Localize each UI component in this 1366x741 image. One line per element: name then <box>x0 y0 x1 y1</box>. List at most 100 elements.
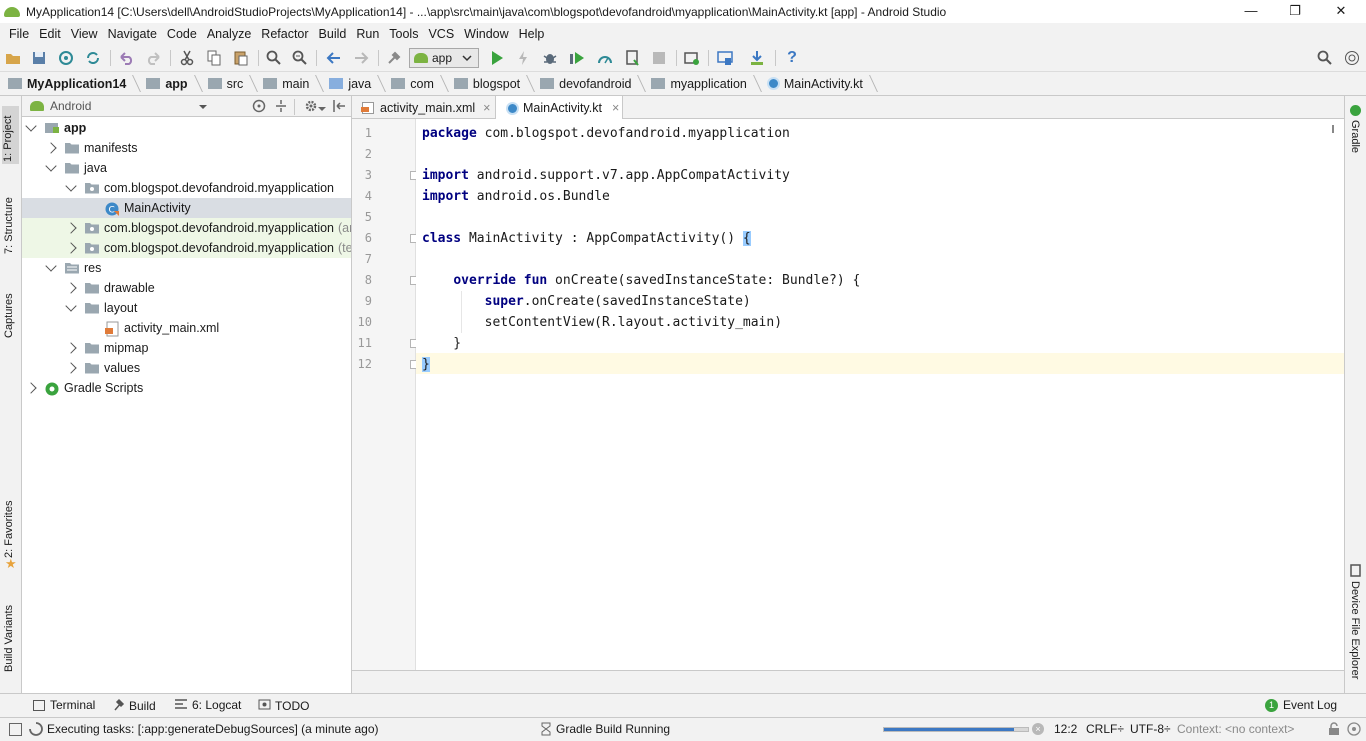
back-icon[interactable] <box>325 49 343 67</box>
menu-view[interactable]: View <box>66 27 103 41</box>
build-tab[interactable]: Build <box>113 698 156 714</box>
search-everywhere-icon[interactable] <box>1316 49 1334 67</box>
caret-position[interactable]: 12:2 <box>1054 722 1077 736</box>
attach-debugger-icon[interactable] <box>623 49 641 67</box>
event-log-tab[interactable]: 1 Event Log <box>1265 698 1337 712</box>
collapse-all-icon[interactable] <box>274 99 288 116</box>
tree-item[interactable]: java <box>22 158 351 178</box>
menu-run[interactable]: Run <box>351 27 384 41</box>
menu-help[interactable]: Help <box>514 27 550 41</box>
debug-icon[interactable] <box>541 49 559 67</box>
redo-icon[interactable] <box>144 49 162 67</box>
close-tab-icon[interactable]: × <box>612 101 619 115</box>
chevron-down-icon[interactable] <box>45 160 57 172</box>
chevron-right-icon[interactable] <box>65 242 77 254</box>
context-indicator[interactable]: Context: <no context> <box>1177 722 1294 736</box>
minimize-button[interactable]: — <box>1228 0 1274 23</box>
gradle-tool-tab[interactable]: Gradle <box>1349 120 1361 153</box>
chevron-right-icon[interactable] <box>65 362 77 374</box>
run-coverage-icon[interactable] <box>568 49 586 67</box>
tree-item[interactable]: Gradle Scripts <box>22 378 351 398</box>
sync-icon[interactable] <box>57 49 75 67</box>
paste-icon[interactable] <box>232 49 250 67</box>
chevron-right-icon[interactable] <box>45 142 57 154</box>
menu-tools[interactable]: Tools <box>384 27 423 41</box>
apply-changes-icon[interactable] <box>514 49 532 67</box>
run-icon[interactable] <box>488 49 506 67</box>
chevron-down-icon[interactable] <box>45 260 57 272</box>
line-separator[interactable]: CRLF÷ <box>1086 722 1124 736</box>
captures-tool-tab[interactable]: Captures <box>3 288 15 338</box>
tree-item[interactable]: app <box>22 118 351 138</box>
close-button[interactable]: ✕ <box>1318 0 1364 23</box>
forward-icon[interactable] <box>352 49 370 67</box>
menu-edit[interactable]: Edit <box>34 27 66 41</box>
crumb-blogspot[interactable]: blogspot <box>448 72 534 95</box>
todo-tab[interactable]: TODO <box>258 698 309 713</box>
inspection-icon[interactable] <box>1347 722 1361 739</box>
notifications-icon[interactable] <box>1343 49 1361 67</box>
tree-item[interactable]: drawable <box>22 278 351 298</box>
chevron-right-icon[interactable] <box>65 342 77 354</box>
menu-vcs[interactable]: VCS <box>423 27 459 41</box>
menu-analyze[interactable]: Analyze <box>202 27 256 41</box>
chevron-right-icon[interactable] <box>25 382 37 394</box>
crumb-src[interactable]: src <box>202 72 258 95</box>
make-project-icon[interactable] <box>385 49 403 67</box>
chevron-down-icon[interactable] <box>25 120 37 132</box>
gear-icon[interactable] <box>304 99 318 116</box>
menu-window[interactable]: Window <box>459 27 513 41</box>
tab-activity-main-xml[interactable]: activity_main.xml × <box>352 96 494 119</box>
chevron-down-icon[interactable] <box>65 180 77 192</box>
profile-icon[interactable] <box>596 49 614 67</box>
sdk-manager-icon[interactable] <box>748 49 766 67</box>
view-mode-dropdown-icon[interactable] <box>198 101 208 115</box>
logcat-tab[interactable]: 6: Logcat <box>175 698 241 712</box>
tree-item[interactable]: layout <box>22 298 351 318</box>
tab-mainactivity-kt[interactable]: MainActivity.kt × <box>495 96 623 120</box>
sync-gradle-icon[interactable] <box>683 49 701 67</box>
tree-item[interactable]: mipmap <box>22 338 351 358</box>
cancel-progress-icon[interactable]: × <box>1032 723 1044 735</box>
file-encoding[interactable]: UTF-8÷ <box>1130 722 1171 736</box>
crumb-com[interactable]: com <box>385 72 448 95</box>
close-tab-icon[interactable]: × <box>483 101 490 115</box>
chevron-right-icon[interactable] <box>65 282 77 294</box>
crumb-project[interactable]: MyApplication14 <box>8 72 140 95</box>
replace-icon[interactable] <box>291 49 309 67</box>
tree-item[interactable]: com.blogspot.devofandroid.myapplication(… <box>22 238 351 258</box>
undo-icon[interactable] <box>118 49 136 67</box>
toggle-tool-windows-icon[interactable] <box>9 723 22 736</box>
crumb-app[interactable]: app <box>140 72 201 95</box>
menu-refactor[interactable]: Refactor <box>256 27 313 41</box>
gradle-status-text[interactable]: Gradle Build Running <box>556 722 670 736</box>
status-task-text[interactable]: Executing tasks: [:app:generateDebugSour… <box>47 722 379 736</box>
cut-icon[interactable] <box>178 49 196 67</box>
tree-item[interactable]: com.blogspot.devofandroid.myapplication(… <box>22 218 351 238</box>
structure-tool-tab[interactable]: 7: Structure <box>3 192 15 254</box>
crumb-devofandroid[interactable]: devofandroid <box>534 72 645 95</box>
run-configuration-select[interactable]: app <box>409 48 479 68</box>
menu-build[interactable]: Build <box>314 27 352 41</box>
scroll-from-source-icon[interactable] <box>252 99 266 116</box>
tree-item[interactable]: manifests <box>22 138 351 158</box>
tree-item[interactable]: values <box>22 358 351 378</box>
tree-item[interactable]: activity_main.xml <box>22 318 351 338</box>
tree-item[interactable]: res <box>22 258 351 278</box>
menu-file[interactable]: File <box>4 27 34 41</box>
project-tool-tab[interactable]: 1: Project <box>2 106 19 164</box>
crumb-java[interactable]: java <box>323 72 385 95</box>
menu-code[interactable]: Code <box>162 27 202 41</box>
terminal-tab[interactable]: Terminal <box>33 698 95 712</box>
device-file-explorer-tool-tab[interactable]: Device File Explorer <box>1349 581 1361 679</box>
stop-icon[interactable] <box>650 49 668 67</box>
gear-dropdown-icon[interactable] <box>318 102 326 116</box>
menu-navigate[interactable]: Navigate <box>103 27 162 41</box>
lock-icon[interactable] <box>1328 722 1340 739</box>
chevron-right-icon[interactable] <box>65 222 77 234</box>
find-icon[interactable] <box>265 49 283 67</box>
build-variants-tool-tab[interactable]: Build Variants <box>3 594 15 672</box>
tree-item[interactable]: C MainActivity <box>22 198 351 218</box>
chevron-down-icon[interactable] <box>65 300 77 312</box>
maximize-button[interactable]: ❐ <box>1272 0 1318 23</box>
